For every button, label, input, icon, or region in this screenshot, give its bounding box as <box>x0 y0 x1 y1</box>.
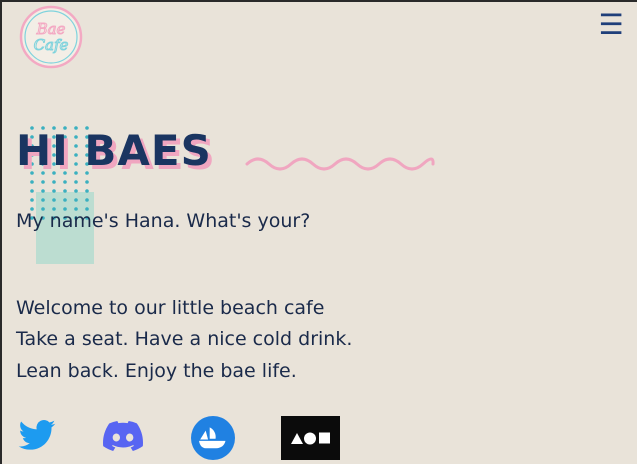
squiggle-decoration <box>245 157 435 171</box>
twitter-icon[interactable] <box>16 416 58 456</box>
aoi-icon[interactable] <box>281 416 340 460</box>
svg-text:Cafe: Cafe <box>34 36 69 54</box>
page-frame <box>0 0 637 464</box>
hero-line-1: Welcome to our little beach cafe <box>16 297 325 319</box>
hero-line-2: Take a seat. Have a nice cold drink. <box>16 328 353 350</box>
hero-title: HI BAES <box>16 126 212 175</box>
hero-line-3: Lean back. Enjoy the bae life. <box>16 360 297 382</box>
bae-cafe-logo[interactable]: Bae Cafe <box>18 4 84 70</box>
hamburger-menu-icon[interactable]: ☰ <box>596 10 626 40</box>
opensea-icon[interactable] <box>191 416 235 460</box>
hero-intro: My name's Hana. What's your? <box>16 210 311 232</box>
discord-icon[interactable] <box>101 416 145 456</box>
